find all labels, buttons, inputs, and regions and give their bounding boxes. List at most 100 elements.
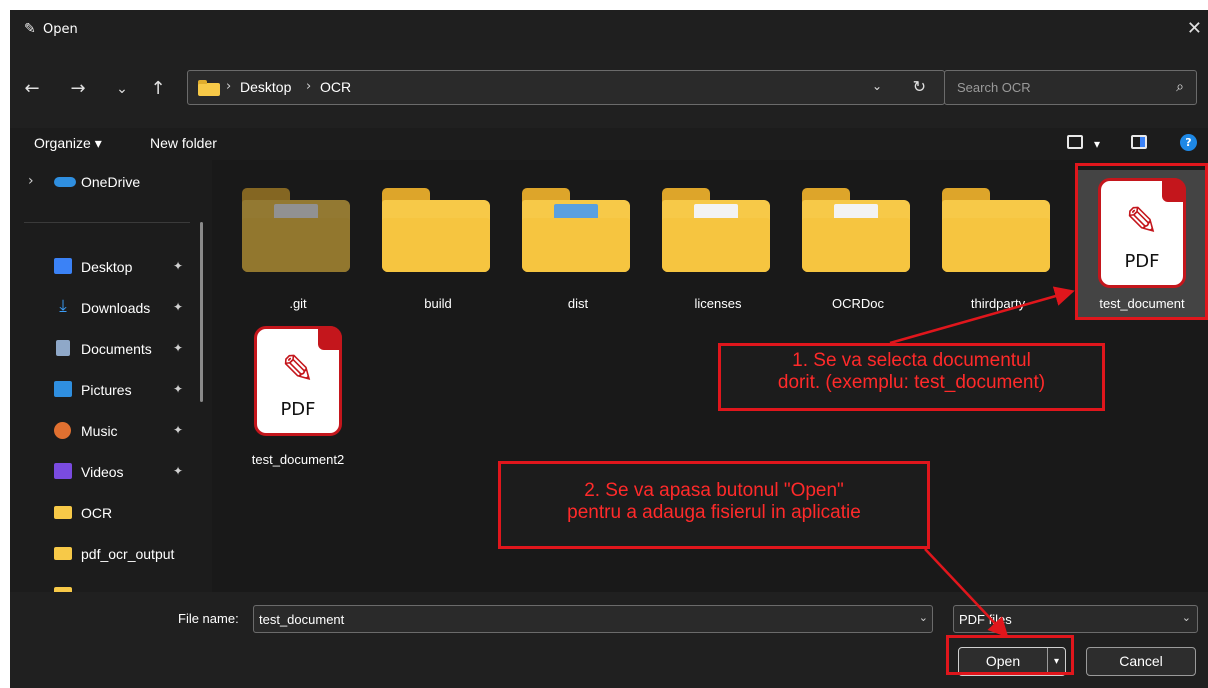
- command-bar: Organize ▾ New folder ▾ ?: [10, 128, 1208, 160]
- breadcrumb-desktop[interactable]: Desktop: [240, 79, 291, 95]
- divider: [24, 222, 190, 223]
- file-name: build: [424, 296, 452, 311]
- help-icon[interactable]: ?: [1180, 134, 1197, 151]
- sidebar-item-label: Documents: [81, 341, 152, 357]
- folder-icon: [942, 188, 1050, 272]
- chevron-down-icon[interactable]: ⌄: [872, 79, 882, 93]
- search-box[interactable]: Search OCR ⌕: [944, 70, 1197, 105]
- list-item[interactable]: OCRDoc: [788, 160, 928, 311]
- window-title: Open: [43, 22, 78, 37]
- acrobat-icon: ✎: [281, 347, 315, 393]
- organize-menu[interactable]: Organize ▾: [34, 135, 102, 152]
- folder-icon: [802, 188, 910, 272]
- list-item[interactable]: build: [368, 160, 508, 311]
- chevron-down-icon[interactable]: ⌄: [919, 611, 928, 624]
- selection-annotation-box: [1075, 163, 1208, 320]
- file-name: licenses: [694, 296, 742, 311]
- file-name-label: File name:: [178, 611, 239, 626]
- cancel-button[interactable]: Cancel: [1086, 647, 1196, 676]
- folder-icon: [54, 506, 72, 519]
- pin-icon[interactable]: ✦: [173, 382, 183, 396]
- list-item[interactable]: ✎ PDF test_document2: [228, 312, 368, 467]
- sidebar-item-partial[interactable]: [10, 580, 200, 592]
- back-icon[interactable]: ←: [20, 77, 44, 101]
- open-button-annotation-box: [946, 635, 1074, 675]
- annotation-step-2-line-2: pentru a adauga fisierul in aplicatie: [567, 502, 861, 523]
- file-name: .git: [289, 296, 307, 311]
- sidebar-item-music[interactable]: Music ✦: [10, 417, 200, 447]
- sidebar-item-onedrive[interactable]: › OneDrive: [10, 168, 200, 198]
- feather-icon: ✎: [24, 21, 36, 37]
- address-bar[interactable]: › Desktop › OCR ⌄ ↻: [187, 70, 945, 105]
- sidebar-item-label: Downloads: [81, 300, 151, 316]
- sidebar-item-downloads[interactable]: ⤓ Downloads ✦: [10, 294, 200, 324]
- chevron-down-icon[interactable]: ⌄: [1182, 611, 1191, 624]
- navigation-pane: › OneDrive Desktop ✦ ⤓ Downloads ✦ Docum…: [10, 160, 212, 592]
- sidebar-item-label: pdf_ocr_output: [81, 546, 175, 562]
- file-name-field[interactable]: test_document ⌄: [253, 605, 933, 633]
- breadcrumb-separator: ›: [306, 79, 312, 94]
- navigation-bar: ← → ⌄ ↑ › Desktop › OCR ⌄ ↻ Search OCR ⌕: [10, 50, 1208, 128]
- file-name: dist: [567, 296, 589, 311]
- pin-icon[interactable]: ✦: [173, 341, 183, 355]
- folder-icon: [198, 80, 220, 96]
- sidebar-item-documents[interactable]: Documents ✦: [10, 335, 200, 365]
- folder-icon: [242, 188, 350, 272]
- search-icon[interactable]: ⌕: [1176, 79, 1184, 95]
- folder-icon: [54, 547, 72, 560]
- document-icon: [56, 340, 70, 356]
- file-name: thirdparty: [970, 296, 1026, 311]
- pin-icon[interactable]: ✦: [173, 300, 183, 314]
- pictures-icon: [54, 381, 72, 397]
- annotation-step-2: 2. Se va apasa butonul "Open" pentru a a…: [498, 461, 930, 549]
- sidebar-item-videos[interactable]: Videos ✦: [10, 458, 200, 488]
- desktop-icon: [54, 258, 72, 274]
- music-icon: [54, 422, 71, 439]
- sidebar-item-label: OCR: [81, 505, 113, 521]
- breadcrumb-separator: ›: [226, 79, 232, 94]
- folder-icon: [522, 188, 630, 272]
- new-folder-button[interactable]: New folder: [150, 135, 217, 151]
- scrollbar[interactable]: [200, 222, 203, 402]
- pdf-label: PDF: [280, 399, 316, 420]
- forward-icon[interactable]: →: [66, 77, 90, 101]
- recent-locations-icon[interactable]: ⌄: [110, 77, 134, 101]
- refresh-icon[interactable]: ↻: [913, 77, 926, 96]
- sidebar-item-label: Desktop: [81, 259, 133, 275]
- sidebar-item-pictures[interactable]: Pictures ✦: [10, 376, 200, 406]
- pin-icon[interactable]: ✦: [173, 259, 183, 273]
- list-item[interactable]: thirdparty: [928, 160, 1068, 311]
- list-item[interactable]: .git: [228, 160, 368, 311]
- file-type-select[interactable]: PDF files ⌄: [953, 605, 1198, 633]
- file-name: test_document2: [251, 452, 345, 467]
- view-dropdown-icon[interactable]: ▾: [1094, 137, 1100, 151]
- annotation-step-1-line-1: 1. Se va selecta documentul: [792, 350, 1031, 371]
- sidebar-item-label: Music: [81, 423, 118, 439]
- annotation-step-1: 1. Se va selecta documentul dorit. (exem…: [718, 343, 1105, 411]
- download-icon: ⤓: [59, 296, 67, 316]
- file-name-value: test_document: [259, 612, 345, 627]
- list-item[interactable]: dist: [508, 160, 648, 311]
- close-icon[interactable]: ✕: [1187, 18, 1202, 39]
- sidebar-item-desktop[interactable]: Desktop ✦: [10, 253, 200, 283]
- expand-chevron-icon[interactable]: ›: [28, 173, 34, 189]
- sidebar-item-ocr[interactable]: OCR: [10, 499, 200, 529]
- pin-icon[interactable]: ✦: [173, 464, 183, 478]
- cloud-icon: [54, 177, 76, 187]
- title-bar: ✎ Open ✕: [10, 10, 1208, 50]
- list-item[interactable]: licenses: [648, 160, 788, 311]
- breadcrumb-ocr[interactable]: OCR: [320, 79, 351, 95]
- folder-icon: [382, 188, 490, 272]
- up-icon[interactable]: ↑: [146, 77, 170, 101]
- annotation-step-1-line-2: dorit. (exemplu: test_document): [777, 372, 1046, 393]
- preview-pane-icon[interactable]: [1131, 135, 1147, 149]
- view-icon[interactable]: [1067, 135, 1083, 149]
- videos-icon: [54, 463, 72, 479]
- sidebar-item-label: OneDrive: [81, 174, 141, 190]
- file-name: OCRDoc: [831, 296, 884, 311]
- pdf-file-icon: ✎ PDF: [254, 326, 342, 436]
- pin-icon[interactable]: ✦: [173, 423, 183, 437]
- annotation-step-2-line-1: 2. Se va apasa butonul "Open": [584, 480, 844, 501]
- sidebar-item-pdf-ocr-output[interactable]: pdf_ocr_output: [10, 540, 200, 570]
- sidebar-item-label: Videos: [81, 464, 124, 480]
